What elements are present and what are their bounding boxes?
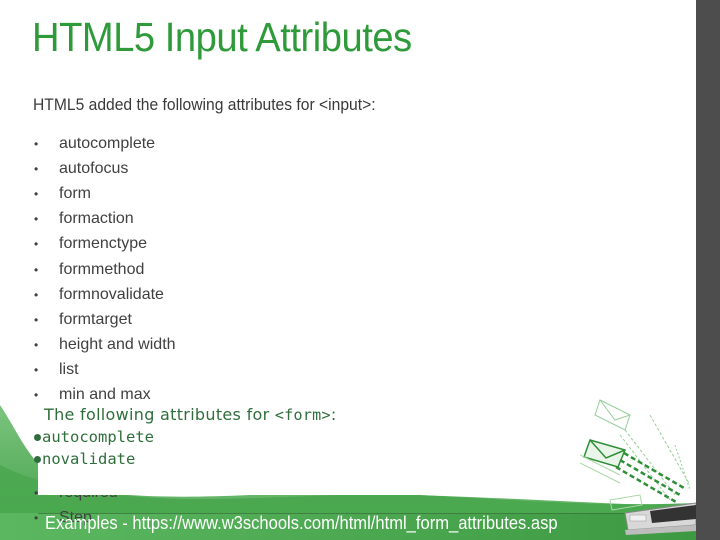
bullet-icon: • (34, 136, 39, 151)
list-item-label: height and width (59, 336, 176, 354)
bullet-icon: • (34, 186, 39, 201)
slide: HTML5 Input Attributes HTML5 added the f… (0, 0, 696, 540)
list-item: • formmethod (34, 257, 176, 282)
list-item: • list (34, 358, 176, 383)
list-item-label: formtarget (59, 310, 132, 328)
form-attribute-item: novalidate (34, 448, 337, 470)
slide-title: HTML5 Input Attributes (32, 14, 412, 60)
heading-code: <form> (274, 406, 331, 424)
list-item-label: formmethod (59, 260, 145, 278)
laptop-with-envelopes-icon (580, 399, 696, 535)
list-item: • autofocus (34, 156, 176, 181)
form-attributes-overlay: The following attributes for <form>: aut… (34, 400, 658, 495)
list-item: • form (34, 181, 176, 206)
bullet-icon: • (34, 237, 39, 252)
list-item: • formtarget (34, 307, 176, 332)
bullet-icon: • (34, 262, 39, 277)
list-item-label: formnovalidate (59, 285, 164, 303)
bullet-icon: • (34, 363, 39, 378)
bullet-icon: • (34, 161, 39, 176)
side-strip (696, 0, 720, 540)
list-item: • formenctype (34, 232, 176, 257)
list-item-label: form (59, 184, 91, 202)
list-item-label: list (59, 361, 79, 379)
form-attribute-label: autocomplete (42, 428, 154, 446)
bullet-icon: • (34, 212, 39, 227)
footer-link[interactable]: Examples - https://www.w3schools.com/htm… (45, 513, 558, 534)
bullet-icon (34, 433, 41, 441)
intro-text: HTML5 added the following attributes for… (33, 95, 376, 114)
heading-suffix: : (330, 405, 337, 424)
list-item-label: formenctype (59, 235, 148, 253)
form-attribute-label: novalidate (42, 450, 136, 468)
list-item-label: autofocus (59, 159, 129, 177)
form-attributes-heading: The following attributes for <form>: (38, 404, 337, 426)
list-item: • formnovalidate (34, 282, 176, 307)
list-item-label: autocomplete (59, 134, 156, 152)
bullet-icon: • (34, 338, 39, 353)
form-attribute-item: autocomplete (34, 426, 337, 448)
bullet-icon: • (34, 287, 39, 302)
list-item: • formaction (34, 207, 176, 232)
heading-prefix: The following attributes for (44, 405, 275, 424)
list-item: • autocomplete (34, 131, 176, 156)
list-item: • height and width (34, 333, 176, 358)
bullet-icon: • (34, 312, 39, 327)
bullet-icon (34, 455, 41, 463)
input-attributes-list: • autocomplete • autofocus • form • formacti… (34, 131, 176, 408)
list-item-label: formaction (59, 210, 134, 228)
